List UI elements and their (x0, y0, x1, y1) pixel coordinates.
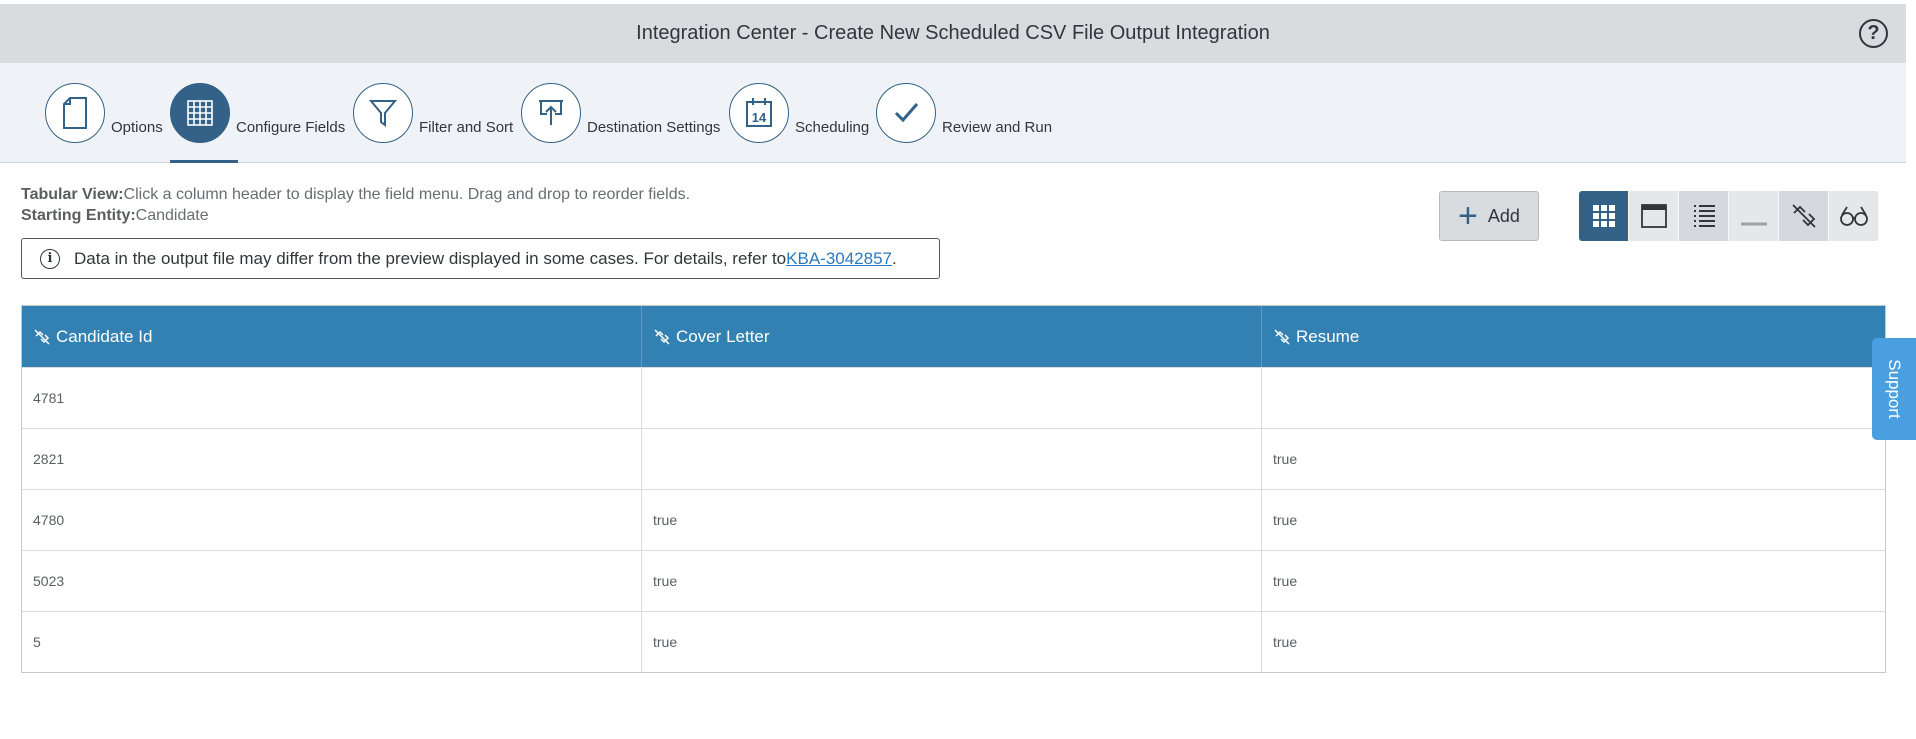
starting-entity-label: Starting Entity: (21, 207, 136, 224)
table-cell: 2821 (22, 429, 642, 489)
add-button-label: Add (1487, 205, 1520, 226)
grid-icon (170, 83, 230, 143)
step-label: Scheduling (795, 119, 870, 136)
step-scheduling[interactable]: 14 Scheduling (729, 83, 869, 163)
step-label: Options (111, 119, 163, 136)
tabular-view-text: Click a column header to display the fie… (123, 186, 691, 203)
minimize-button[interactable] (1729, 191, 1779, 241)
tabular-view-label: Tabular View: (21, 186, 124, 203)
title-bar: Integration Center - Create New Schedule… (0, 4, 1906, 63)
table-cell (642, 368, 1262, 428)
window-view-button[interactable] (1629, 191, 1679, 241)
info-notice: i Data in the output file may differ fro… (21, 238, 940, 279)
table-cell: 5023 (22, 551, 642, 611)
wizard-steps: Options Configure Fields Filter and Sort… (0, 63, 1906, 163)
kba-link[interactable]: KBA-3042857 (786, 249, 892, 269)
list-icon (1693, 205, 1715, 227)
step-filter-and-sort[interactable]: Filter and Sort (353, 83, 513, 163)
column-header-candidate-id[interactable]: Candidate Id (22, 306, 642, 367)
table-cell: true (1273, 634, 1298, 650)
table-cell (1262, 368, 1885, 428)
checkmark-icon (876, 83, 936, 143)
grid-dots-icon (1592, 205, 1615, 227)
unlink-icon (654, 328, 670, 345)
support-tab[interactable]: Support (1872, 338, 1916, 440)
calendar-day-text: 14 (752, 110, 767, 125)
table-cell: true (642, 551, 1262, 611)
view-toolbar (1579, 191, 1879, 241)
table-cell: 4780 (22, 490, 642, 550)
notice-suffix: . (892, 248, 897, 268)
table-row: 4781 (22, 367, 1885, 428)
document-icon (45, 83, 105, 143)
unlink-icon (1274, 328, 1290, 345)
notice-text: Data in the output file may differ from … (74, 248, 787, 268)
preview-button[interactable] (1829, 191, 1879, 241)
unlink-icon (34, 328, 50, 345)
table-header: Candidate Id Cover Letter Resume (22, 306, 1885, 367)
help-icon[interactable]: ? (1859, 19, 1888, 48)
glasses-icon (1839, 206, 1868, 226)
table-cell: true (642, 490, 1262, 550)
table-cell: 4781 (22, 368, 642, 428)
step-review-and-run[interactable]: Review and Run (876, 83, 1052, 163)
table-row: 2821 true (22, 428, 1885, 489)
funnel-icon (353, 83, 413, 143)
column-header-label: Candidate Id (56, 326, 153, 346)
column-header-cover-letter[interactable]: Cover Letter (642, 306, 1262, 367)
info-icon: i (40, 248, 60, 269)
data-table: Candidate Id Cover Letter Resume 4781 28… (21, 305, 1886, 673)
window-icon (1640, 204, 1667, 228)
plus-icon: + (1458, 197, 1478, 235)
step-label: Configure Fields (236, 119, 346, 136)
column-header-label: Cover Letter (676, 326, 770, 346)
step-label: Review and Run (942, 119, 1053, 136)
grid-view-button[interactable] (1579, 191, 1629, 241)
starting-entity-value: Candidate (135, 207, 209, 224)
add-button[interactable]: + Add (1439, 191, 1539, 241)
table-cell: true (1273, 573, 1298, 589)
step-configure-fields[interactable]: Configure Fields (170, 83, 345, 163)
list-view-button[interactable] (1679, 191, 1729, 241)
step-destination-settings[interactable]: Destination Settings (521, 83, 720, 163)
starting-entity-info: Starting Entity:Candidate (21, 207, 209, 225)
step-label: Filter and Sort (419, 119, 514, 136)
table-cell: 5 (22, 612, 642, 672)
minus-icon (1740, 222, 1767, 226)
table-row: 5 true true (22, 611, 1885, 672)
support-label: Support (1885, 359, 1905, 419)
upload-icon (521, 83, 581, 143)
tabular-view-info: Tabular View:Click a column header to di… (21, 186, 690, 204)
unlink-button[interactable] (1779, 191, 1829, 241)
table-cell: true (1273, 451, 1298, 467)
calendar-icon: 14 (729, 83, 789, 143)
column-header-label: Resume (1296, 326, 1360, 346)
column-header-resume[interactable]: Resume (1262, 306, 1885, 367)
page-title: Integration Center - Create New Schedule… (636, 22, 1270, 44)
table-cell (642, 429, 1262, 489)
table-row: 4780 true true (22, 489, 1885, 550)
step-options[interactable]: Options (45, 83, 163, 163)
table-row: 5023 true true (22, 550, 1885, 611)
unlink-icon (1791, 204, 1816, 228)
table-cell: true (1273, 512, 1298, 528)
table-cell: true (642, 612, 1262, 672)
step-label: Destination Settings (587, 119, 721, 136)
